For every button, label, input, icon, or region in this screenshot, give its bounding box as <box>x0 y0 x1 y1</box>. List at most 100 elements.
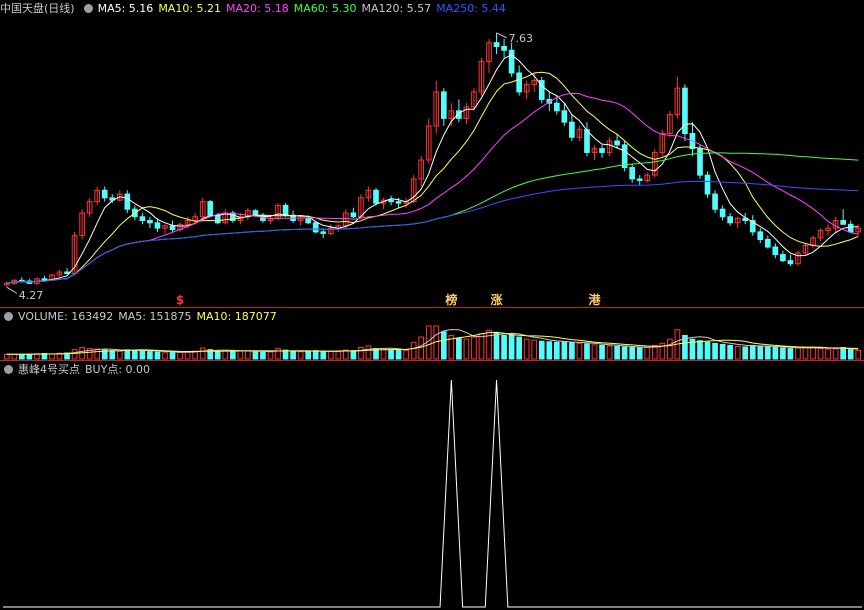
candle-body <box>440 91 447 119</box>
candle-body <box>388 199 394 203</box>
volume-bar <box>327 350 334 360</box>
candle-body <box>373 189 379 204</box>
candle-body <box>772 246 779 256</box>
candle-body <box>169 225 176 231</box>
volume-bar <box>757 345 764 360</box>
volume-bar <box>456 337 462 360</box>
volume-bar <box>169 351 176 360</box>
volume-bar <box>471 336 477 360</box>
volume-bar <box>553 341 560 360</box>
volume-bar <box>523 338 530 360</box>
candle-body <box>757 231 764 240</box>
volume-bar <box>109 350 116 360</box>
candle-body <box>787 260 794 265</box>
candlestick-chart[interactable]: 7.63 4.27 $ 榜 涨 港 <box>0 0 864 610</box>
volume-bar <box>440 331 447 360</box>
volume-bar <box>614 345 620 360</box>
candle-body <box>214 214 221 224</box>
volume-bar <box>591 344 598 360</box>
volume-bar <box>795 347 801 360</box>
volume-bar <box>719 343 726 360</box>
candle-body <box>704 174 711 195</box>
volume-bar <box>350 350 357 360</box>
volume-bar <box>584 343 590 360</box>
volume-bar <box>780 347 786 360</box>
candle-body <box>312 222 319 233</box>
candle-body <box>252 210 259 216</box>
candle-body <box>124 193 131 210</box>
volume-bar <box>697 340 703 360</box>
volume-bar <box>847 349 854 360</box>
low-pointer <box>6 286 18 294</box>
high-label: 7.63 <box>509 32 533 45</box>
ma5-line <box>6 54 859 284</box>
candle-body <box>599 148 605 153</box>
volume-bar <box>312 350 319 360</box>
volume-bar <box>365 345 372 360</box>
volume-bar <box>177 351 183 360</box>
volume-bar <box>222 350 229 360</box>
volume-bar <box>855 349 862 360</box>
candle-body <box>697 148 703 176</box>
candle-body <box>636 178 643 181</box>
volume-bar <box>147 351 153 360</box>
candle-body <box>282 204 289 216</box>
volume-bar <box>501 334 507 360</box>
volume-bar <box>463 338 470 360</box>
candle-body <box>561 110 568 123</box>
volume-bar <box>531 339 538 360</box>
candle-body <box>764 238 771 248</box>
volume-bar <box>840 347 846 360</box>
volume-bar <box>139 350 146 360</box>
volume-bar <box>395 349 402 360</box>
volume-bar <box>335 351 342 360</box>
volume-bar <box>229 350 236 360</box>
volume-bar <box>704 341 711 360</box>
candle-body <box>493 42 500 47</box>
volume-bar <box>245 350 251 360</box>
volume-bar <box>810 346 816 360</box>
volume-bar <box>749 344 756 360</box>
volume-bar <box>576 342 583 360</box>
candle-body <box>584 129 590 153</box>
volume-bar <box>297 351 304 360</box>
volume-bar <box>764 345 771 360</box>
volume-bar <box>19 353 25 360</box>
candle-body <box>395 201 402 204</box>
candle-body <box>41 278 48 281</box>
volume-bar <box>403 349 409 360</box>
volume-bar <box>132 349 138 360</box>
candle-body <box>147 220 153 224</box>
volume-bar <box>734 345 741 360</box>
volume-bar <box>26 353 33 360</box>
buy-signal-line <box>3 379 862 608</box>
volume-bar <box>290 350 296 360</box>
event-marker: 港 <box>588 292 601 307</box>
volume-bar <box>3 353 10 360</box>
candle-body <box>712 193 718 210</box>
low-label: 4.27 <box>19 289 44 302</box>
candle-body <box>508 49 515 74</box>
volume-bar <box>199 347 206 360</box>
volume-bar <box>49 353 55 360</box>
ma10-line <box>6 71 859 284</box>
event-marker: 榜 <box>445 292 457 307</box>
candle-body <box>154 222 161 229</box>
volume-bar <box>825 348 831 360</box>
candle-body <box>629 167 636 180</box>
volume-bar <box>493 332 500 360</box>
volume-bar <box>11 353 18 360</box>
volume-bar <box>388 349 394 360</box>
candle-body <box>614 140 620 146</box>
volume-bar <box>214 350 221 360</box>
volume-bar <box>154 351 161 360</box>
volume-bar <box>478 333 485 360</box>
candle-body <box>207 201 214 216</box>
volume-bar <box>380 349 387 360</box>
candle-body <box>847 223 854 233</box>
candle-body <box>139 216 146 222</box>
candle-body <box>727 216 733 224</box>
candle-body <box>101 189 108 199</box>
volume-bar <box>252 351 259 360</box>
volume-bar <box>71 349 78 360</box>
